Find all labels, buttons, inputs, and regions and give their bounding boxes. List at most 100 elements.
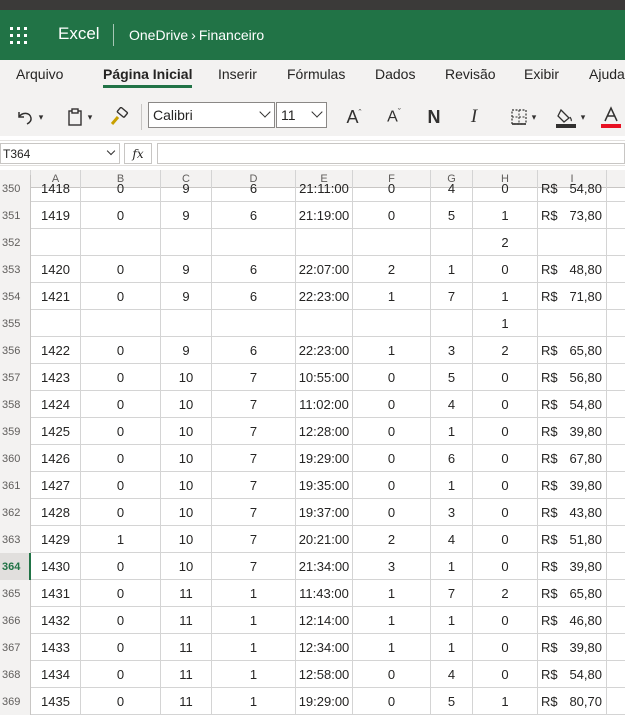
breadcrumb-file[interactable]: Financeiro [199, 27, 264, 43]
cell-b[interactable]: 0 [81, 283, 161, 310]
cell-d[interactable] [212, 229, 296, 256]
cell-f[interactable]: 0 [353, 175, 431, 202]
cell-b[interactable]: 0 [81, 175, 161, 202]
cell-g[interactable]: 7 [431, 580, 473, 607]
cell-i[interactable] [538, 229, 607, 256]
cell-e[interactable]: 12:34:00 [296, 634, 353, 661]
cell-a[interactable]: 1422 [31, 337, 81, 364]
row-header[interactable]: 350 [0, 175, 31, 202]
cell-c[interactable]: 9 [161, 283, 212, 310]
cell-d[interactable]: 1 [212, 661, 296, 688]
cell-i[interactable]: R$ 56,80 [538, 364, 607, 391]
font-color-button[interactable] [598, 104, 624, 130]
cell-g[interactable]: 7 [431, 283, 473, 310]
cell-g[interactable] [431, 229, 473, 256]
cell-h[interactable]: 2 [473, 337, 538, 364]
cell-i[interactable]: R$ 46,80 [538, 607, 607, 634]
cell-b[interactable]: 0 [81, 607, 161, 634]
cell-f[interactable]: 0 [353, 364, 431, 391]
row-header[interactable]: 360 [0, 445, 31, 472]
cell-h[interactable]: 0 [473, 445, 538, 472]
row-header[interactable]: 364 [0, 553, 31, 580]
cell-i[interactable]: R$ 54,80 [538, 391, 607, 418]
cell-h[interactable]: 0 [473, 607, 538, 634]
cell-e[interactable]: 22:07:00 [296, 256, 353, 283]
cell-h[interactable]: 0 [473, 553, 538, 580]
row-header[interactable]: 362 [0, 499, 31, 526]
row-header[interactable]: 357 [0, 364, 31, 391]
cell-i[interactable] [538, 310, 607, 337]
cell-g[interactable]: 3 [431, 337, 473, 364]
cell-i[interactable]: R$ 54,80 [538, 661, 607, 688]
cell-b[interactable]: 0 [81, 634, 161, 661]
cell-c[interactable]: 10 [161, 364, 212, 391]
cell-a[interactable]: 1435 [31, 688, 81, 715]
cell-e[interactable]: 21:19:00 [296, 202, 353, 229]
cell-e[interactable] [296, 229, 353, 256]
cell-g[interactable]: 6 [431, 445, 473, 472]
cell-h[interactable]: 0 [473, 634, 538, 661]
row-header[interactable]: 361 [0, 472, 31, 499]
cell-d[interactable] [212, 310, 296, 337]
breadcrumb-location[interactable]: OneDrive [129, 27, 188, 43]
cell-f[interactable]: 0 [353, 391, 431, 418]
cell-h[interactable]: 0 [473, 526, 538, 553]
tab-revisao[interactable]: Revisão [445, 66, 496, 82]
decrease-font-button[interactable]: Aˇ [380, 104, 408, 130]
cell-i[interactable]: R$ 43,80 [538, 499, 607, 526]
row-header[interactable]: 366 [0, 607, 31, 634]
cell-e[interactable]: 11:02:00 [296, 391, 353, 418]
cell-e[interactable]: 12:58:00 [296, 661, 353, 688]
row-header[interactable]: 354 [0, 283, 31, 310]
cell-b[interactable]: 0 [81, 391, 161, 418]
cell-c[interactable]: 10 [161, 526, 212, 553]
cell-e[interactable]: 21:34:00 [296, 553, 353, 580]
cell-g[interactable]: 1 [431, 418, 473, 445]
cell-e[interactable]: 22:23:00 [296, 337, 353, 364]
row-header[interactable]: 351 [0, 202, 31, 229]
cell-f[interactable]: 0 [353, 472, 431, 499]
cell-a[interactable]: 1419 [31, 202, 81, 229]
cell-e[interactable]: 21:11:00 [296, 175, 353, 202]
cell-i[interactable]: R$ 39,80 [538, 472, 607, 499]
cell-a[interactable]: 1431 [31, 580, 81, 607]
cell-d[interactable]: 1 [212, 634, 296, 661]
format-painter-button[interactable] [106, 104, 132, 130]
app-launcher-icon[interactable] [10, 27, 27, 44]
cell-b[interactable]: 0 [81, 256, 161, 283]
cell-c[interactable]: 10 [161, 553, 212, 580]
cell-c[interactable]: 10 [161, 418, 212, 445]
cell-g[interactable]: 1 [431, 607, 473, 634]
cell-b[interactable]: 0 [81, 661, 161, 688]
cell-i[interactable]: R$ 54,80 [538, 175, 607, 202]
cell-e[interactable]: 10:55:00 [296, 364, 353, 391]
row-header[interactable]: 363 [0, 526, 31, 553]
cell-c[interactable] [161, 310, 212, 337]
cell-f[interactable]: 1 [353, 283, 431, 310]
row-header[interactable]: 352 [0, 229, 31, 256]
cell-e[interactable]: 19:29:00 [296, 445, 353, 472]
cell-a[interactable]: 1430 [31, 553, 81, 580]
cell-h[interactable]: 1 [473, 310, 538, 337]
cell-i[interactable]: R$ 51,80 [538, 526, 607, 553]
cell-d[interactable]: 7 [212, 418, 296, 445]
name-box[interactable]: T364 [0, 143, 120, 164]
cell-i[interactable]: R$ 39,80 [538, 553, 607, 580]
cell-e[interactable]: 12:14:00 [296, 607, 353, 634]
cell-h[interactable]: 0 [473, 364, 538, 391]
cell-d[interactable]: 1 [212, 580, 296, 607]
cell-f[interactable]: 3 [353, 553, 431, 580]
cell-h[interactable]: 0 [473, 418, 538, 445]
tab-pagina-inicial[interactable]: Página Inicial [103, 66, 193, 88]
cell-a[interactable]: 1424 [31, 391, 81, 418]
cell-i[interactable]: R$ 39,80 [538, 634, 607, 661]
cell-a[interactable]: 1429 [31, 526, 81, 553]
tab-ajuda[interactable]: Ajuda [589, 66, 625, 82]
cell-a[interactable]: 1426 [31, 445, 81, 472]
row-header[interactable]: 353 [0, 256, 31, 283]
cell-i[interactable]: R$ 48,80 [538, 256, 607, 283]
cell-g[interactable]: 3 [431, 499, 473, 526]
cell-c[interactable]: 11 [161, 634, 212, 661]
cell-d[interactable]: 7 [212, 553, 296, 580]
cell-b[interactable]: 0 [81, 364, 161, 391]
